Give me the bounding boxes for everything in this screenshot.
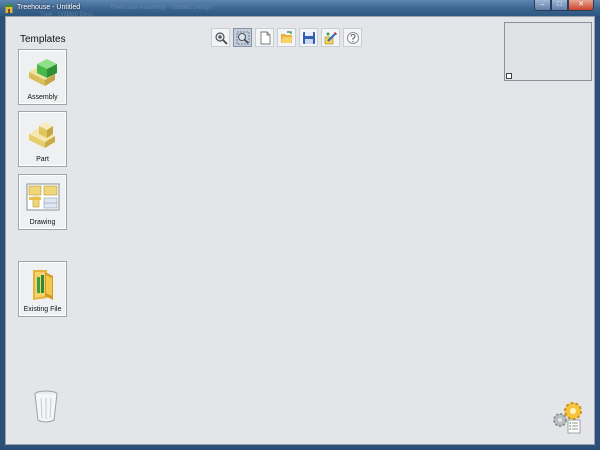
close-button[interactable]: ✕ [568,0,594,11]
minimize-button[interactable]: – [534,0,551,11]
drawing-icon [26,183,60,211]
save-icon [302,31,315,44]
zoom-in-icon [214,31,228,45]
new-document-button[interactable] [255,28,274,47]
help-icon [346,31,359,44]
edit-properties-button[interactable] [321,28,340,47]
maximize-button[interactable]: □ [551,0,568,11]
assembly-icon [29,59,57,86]
window-controls: – □ ✕ [534,0,594,11]
templates-heading: Templates [20,34,66,45]
zoom-fit-button[interactable] [233,28,252,47]
preview-pane[interactable] [504,22,592,81]
part-label: Part [36,156,49,163]
new-document-icon [260,31,270,44]
help-button[interactable] [343,28,362,47]
zoom-fit-icon [236,31,249,44]
zoom-in-button[interactable] [211,28,230,47]
toolbar [211,28,362,47]
main-canvas[interactable]: Templates Assembly Part Drawing Existing… [5,16,595,445]
existing-file-button[interactable]: Existing File [18,261,67,317]
drawing-template-button[interactable]: Drawing [18,174,67,230]
assembly-label: Assembly [27,94,58,101]
open-folder-icon [33,270,53,300]
open-button[interactable] [277,28,296,47]
part-icon [29,122,55,148]
save-button[interactable] [299,28,318,47]
title-bar[interactable]: Treehouse - Untitled Treehouse Assembly … [0,0,600,18]
settings-icon[interactable] [552,400,584,434]
drawing-label: Drawing [29,219,56,226]
trash-icon[interactable] [32,390,60,424]
resize-handle[interactable] [506,73,512,79]
assembly-template-button[interactable]: Assembly [18,49,67,105]
treehouse-app-icon [4,3,14,13]
open-folder-icon [280,30,293,43]
ghost-title: Treehouse Assembly - Untitled Design [110,5,212,11]
existing-file-label: Existing File [23,306,62,313]
part-template-button[interactable]: Part [18,111,67,167]
edit-properties-icon [324,31,337,44]
